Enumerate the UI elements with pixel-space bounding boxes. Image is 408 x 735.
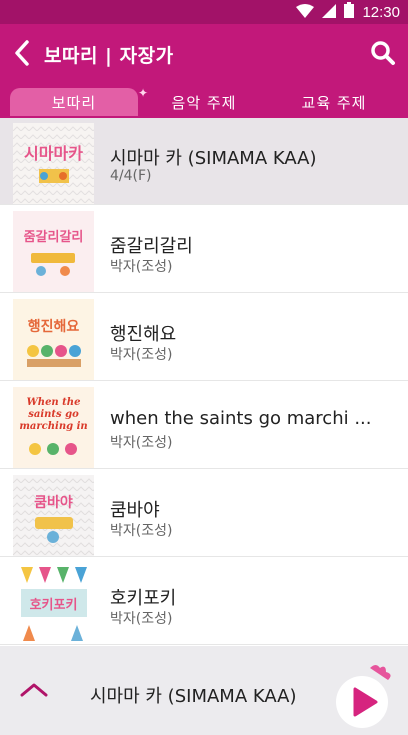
album-thumbnail: 줌갈리갈리	[13, 211, 94, 292]
tab-music-topic[interactable]: 음악 주제	[140, 88, 268, 116]
play-button[interactable]	[332, 662, 396, 728]
song-subtitle: 박자(조성)	[110, 435, 173, 451]
tab-label: 보따리	[51, 93, 97, 112]
now-playing-title: 시마마 카 (SIMAMA KAA)	[90, 686, 297, 707]
svg-text:행진해요: 행진해요	[28, 318, 80, 335]
search-icon	[370, 40, 396, 70]
song-subtitle: 박자(조성)	[110, 611, 173, 627]
status-time: 12:30	[362, 3, 400, 21]
song-list: 시마마카 시마마 카 (SIMAMA KAA) 4/4(F) 줌갈리갈리 줌갈리…	[0, 118, 408, 646]
expand-player-button[interactable]	[14, 676, 54, 708]
album-thumbnail: 호키포키	[13, 563, 94, 644]
search-button[interactable]	[366, 38, 400, 72]
page-title: 보따리 | 자장가	[44, 45, 174, 67]
svg-text:호키포키: 호키포키	[30, 598, 78, 613]
app-bar: 보따리 | 자장가	[0, 24, 408, 86]
list-item[interactable]: 행진해요 행진해요 박자(조성)	[0, 294, 408, 381]
list-item[interactable]: 시마마카 시마마 카 (SIMAMA KAA) 4/4(F)	[0, 118, 408, 205]
song-subtitle: 박자(조성)	[110, 259, 173, 275]
list-item[interactable]: 쿰바야 쿰바야 박자(조성)	[0, 470, 408, 557]
song-title: 줌갈리갈리	[110, 236, 193, 257]
tab-label: 음악 주제	[171, 93, 237, 112]
back-button[interactable]	[8, 38, 36, 72]
list-item[interactable]: 줌갈리갈리 줌갈리갈리 박자(조성)	[0, 206, 408, 293]
song-subtitle: 박자(조성)	[110, 523, 173, 539]
tab-education-topic[interactable]: 교육 주제	[270, 88, 398, 116]
svg-text:줌갈리갈리: 줌갈리갈리	[24, 229, 84, 245]
play-icon	[332, 665, 396, 732]
wifi-icon	[296, 3, 315, 22]
song-title: 호키포키	[110, 588, 177, 609]
album-thumbnail: 시마마카	[13, 123, 94, 204]
battery-icon	[344, 2, 355, 22]
song-title: when the saints go marchi ...	[110, 408, 372, 429]
chevron-left-icon	[14, 40, 30, 70]
tab-bottari[interactable]: 보따리 ✦	[10, 86, 148, 116]
status-bar: 12:30	[0, 0, 408, 24]
list-item[interactable]: When the saints go marching in when the …	[0, 382, 408, 469]
song-title: 시마마 카 (SIMAMA KAA)	[110, 148, 317, 169]
chevron-up-icon	[19, 682, 49, 702]
album-thumbnail: When the saints go marching in	[13, 387, 94, 468]
tab-label: 교육 주제	[301, 93, 367, 112]
song-subtitle: 4/4(F)	[110, 168, 152, 184]
svg-text:쿰바야: 쿰바야	[34, 494, 73, 511]
song-title: 쿰바야	[110, 500, 160, 521]
svg-text:시마마카: 시마마카	[24, 144, 83, 163]
album-thumbnail: 쿰바야	[13, 475, 94, 556]
song-subtitle: 박자(조성)	[110, 347, 173, 363]
song-title: 행진해요	[110, 324, 177, 345]
signal-icon	[322, 3, 337, 22]
list-item[interactable]: 호키포키 호키포키 박자(조성)	[0, 558, 408, 645]
mini-player: 시마마 카 (SIMAMA KAA)	[0, 646, 408, 735]
status-icons: 12:30	[296, 2, 400, 22]
album-thumbnail: 행진해요	[13, 299, 94, 380]
tab-bar: 보따리 ✦ 음악 주제 교육 주제	[0, 86, 408, 118]
